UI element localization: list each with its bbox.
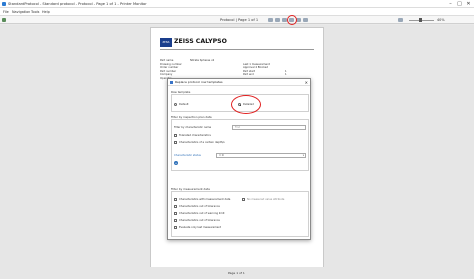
zoom-slider-handle[interactable] [419, 18, 422, 22]
print-icon[interactable] [268, 18, 273, 22]
tolerated-label: Tolerated characteristics [179, 134, 211, 137]
minimize-button[interactable]: – [446, 0, 455, 8]
close-button[interactable]: ✕ [464, 0, 473, 8]
char-name-label: Filter by characteristic name [174, 126, 212, 129]
no-data-checkbox[interactable] [242, 198, 245, 201]
with-measurement-checkbox[interactable] [174, 198, 177, 201]
out-of-tolerance-2-checkbox[interactable] [174, 219, 177, 222]
dialog-title: Replace protocol row templates [175, 80, 223, 84]
info-value: 1 [285, 73, 287, 76]
maximize-button[interactable]: □ [455, 0, 464, 8]
divider [160, 49, 314, 50]
annotation-circle [231, 95, 261, 114]
refresh-icon[interactable] [2, 18, 6, 22]
status-label[interactable]: Characteristic status [174, 154, 201, 157]
out-of-tolerance-label: Characteristics out of tolerance [179, 205, 220, 208]
depth-checkbox[interactable] [174, 141, 177, 144]
radio-default-label: Default [179, 103, 189, 106]
warning-limit-label: Characteristics out of warning limit [179, 212, 225, 215]
add-filter-icon[interactable]: + [174, 161, 178, 165]
out-of-tolerance-checkbox[interactable] [174, 205, 177, 208]
annotation-circle [287, 15, 297, 25]
dialog-icon [170, 81, 173, 84]
tolerated-checkbox[interactable] [174, 134, 177, 137]
menu-file[interactable]: File [3, 8, 9, 16]
warning-limit-checkbox[interactable] [174, 212, 177, 215]
dialog-close-icon[interactable]: ✕ [305, 79, 308, 86]
info-value: Nitrate Spheres v2 [190, 59, 215, 62]
status-select-value: = O [219, 154, 224, 157]
last-measurement-label: Evaluate only last measurement [179, 226, 222, 229]
menu-tools[interactable]: Tools [31, 8, 39, 16]
info-label: Part end [243, 73, 254, 76]
char-name-input[interactable]: Find [232, 125, 306, 130]
report-brand: ZEISS CALYPSO [174, 38, 227, 45]
menu-navigation[interactable]: Navigation [12, 8, 30, 16]
no-data-label: No measured value attribute [247, 198, 285, 201]
title-bar: StandardProtocol - Standard protocol - P… [0, 0, 474, 8]
page-indicator: Protocol | Page 1 of 1 [220, 18, 259, 22]
window-title: StandardProtocol - Standard protocol - P… [8, 2, 147, 6]
out-of-tolerance-2-label: Characteristics out of tolerance [179, 219, 220, 222]
app-icon [2, 2, 6, 6]
status-page-indicator: Page 1 of 1 [228, 271, 245, 275]
status-select[interactable]: = O ▾ [216, 153, 306, 158]
radio-default[interactable] [174, 103, 177, 106]
zeiss-logo: ZEISS [160, 38, 172, 47]
chevron-down-icon: ▾ [302, 154, 304, 157]
toolbar: Protocol | Page 1 of 1 40% [0, 16, 474, 24]
status-bar: Page 1 of 1 [0, 267, 474, 279]
zoom-icon[interactable] [398, 18, 403, 22]
menu-bar: File Navigation Tools Help [0, 8, 474, 16]
export-icon[interactable] [275, 18, 280, 22]
menu-help[interactable]: Help [42, 8, 50, 16]
options-icon[interactable] [303, 18, 308, 22]
last-measurement-checkbox[interactable] [174, 226, 177, 229]
depth-label: Characteristics of a certain depth/s [179, 141, 225, 144]
dialog-titlebar: Replace protocol row templates ✕ [168, 79, 310, 86]
zoom-level: 40% [437, 18, 445, 22]
with-measurement-label: Characteristics with measurement data [179, 198, 231, 201]
